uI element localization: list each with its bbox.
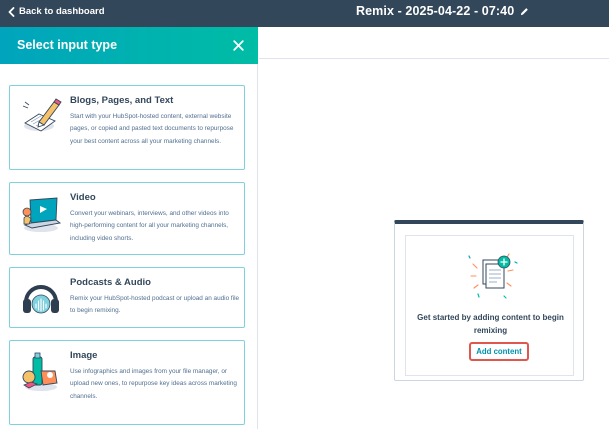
page-title: Remix - 2025-04-22 - 07:40 [356, 4, 515, 18]
panel-header: Select input type [0, 27, 258, 64]
card-title: Podcasts & Audio [70, 277, 151, 288]
empty-state-card: Get started by adding content to begin r… [394, 220, 584, 381]
select-input-type-panel: Select input type Blogs, Pages, and Text… [0, 27, 258, 429]
remix-title-area: Remix - 2025-04-22 - 07:40 [356, 4, 529, 18]
card-title: Video [70, 192, 96, 203]
back-link-label: Back to dashboard [19, 6, 105, 17]
close-icon[interactable] [232, 39, 245, 52]
card-description: Convert your webinars, interviews, and o… [70, 210, 229, 242]
input-card-video[interactable]: Video Convert your webinars, interviews,… [9, 182, 245, 255]
card-description: Start with your HubSpot-hosted content, … [70, 113, 234, 145]
back-to-dashboard-link[interactable]: Back to dashboard [8, 6, 105, 17]
panel-title: Select input type [17, 38, 118, 52]
header-divider [259, 58, 609, 59]
pencil-edit-icon[interactable] [520, 7, 529, 16]
input-card-blogs-pages-text[interactable]: Blogs, Pages, and Text Start with your H… [9, 85, 245, 170]
image-objects-icon [22, 352, 58, 391]
empty-state-message: Get started by adding content to begin r… [417, 313, 564, 335]
chevron-left-icon [8, 6, 15, 17]
input-card-podcasts-audio[interactable]: Podcasts & Audio Remix your HubSpot-host… [9, 267, 245, 328]
headphones-icon [23, 285, 59, 314]
laptop-video-icon [22, 197, 62, 232]
card-description: Remix your HubSpot-hosted podcast or upl… [70, 295, 240, 315]
empty-state-inner: Get started by adding content to begin r… [405, 235, 574, 376]
card-title: Blogs, Pages, and Text [70, 95, 174, 106]
top-bar: Back to dashboard Remix - 2025-04-22 - 0… [0, 0, 609, 27]
add-content-button[interactable]: Add content [469, 342, 529, 361]
add-documents-icon [468, 253, 518, 299]
card-title: Image [70, 350, 98, 361]
input-card-image[interactable]: Image Use infographics and images from y… [9, 340, 245, 425]
pencil-document-icon [22, 98, 62, 132]
card-description: Use infographics and images from your fi… [70, 368, 237, 400]
